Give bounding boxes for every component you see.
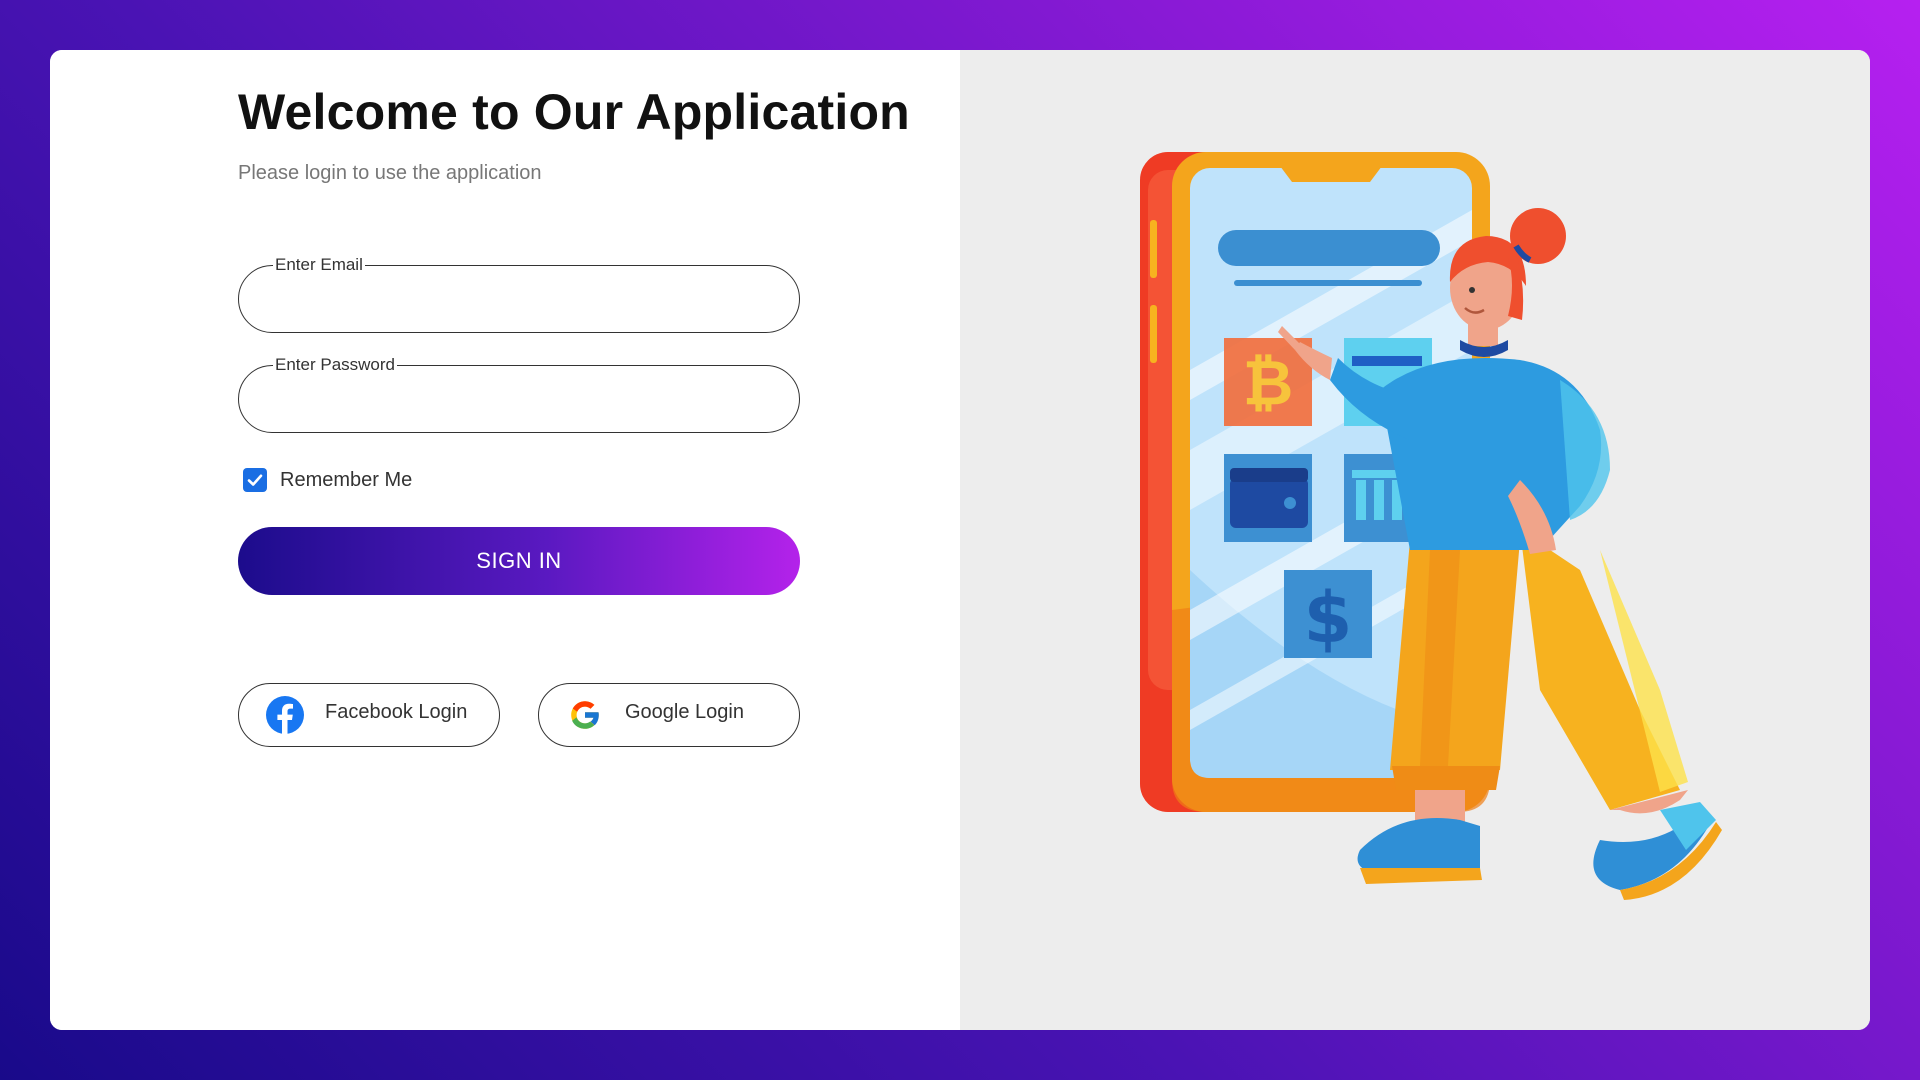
- facebook-login-button[interactable]: Facebook Login: [238, 683, 500, 747]
- svg-text:₿: ₿: [1243, 346, 1294, 419]
- remember-me-row: Remember Me: [238, 467, 838, 493]
- social-login-row: Facebook Login Google Login: [238, 683, 838, 747]
- remember-me-label[interactable]: Remember Me: [280, 469, 412, 492]
- facebook-icon: [265, 695, 305, 735]
- login-form: Welcome to Our Application Please login …: [238, 82, 910, 747]
- google-icon: [565, 695, 605, 735]
- login-pane: Welcome to Our Application Please login …: [50, 50, 960, 1030]
- password-input[interactable]: [239, 366, 799, 432]
- wallet-icon: [1224, 454, 1312, 542]
- password-field: Enter Password: [238, 355, 800, 433]
- email-label: Enter Email: [273, 255, 365, 275]
- facebook-login-label: Facebook Login: [325, 700, 468, 723]
- login-card: Welcome to Our Application Please login …: [50, 50, 1870, 1030]
- google-login-label: Google Login: [625, 700, 744, 723]
- sign-in-button[interactable]: SIGN IN: [238, 527, 800, 595]
- page-subtitle: Please login to use the application: [238, 162, 542, 184]
- google-login-button[interactable]: Google Login: [538, 683, 800, 747]
- password-label: Enter Password: [273, 355, 397, 375]
- svg-text:$: $: [1304, 577, 1353, 659]
- page-title: Welcome to Our Application: [238, 84, 910, 140]
- email-input[interactable]: [239, 266, 799, 332]
- phone-illustration: ₿ $: [1140, 152, 1722, 900]
- checkmark-icon: [247, 474, 263, 486]
- remember-me-checkbox[interactable]: [243, 468, 267, 492]
- dollar-icon: $: [1284, 570, 1372, 659]
- email-field: Enter Email: [238, 255, 800, 333]
- illustration-pane: ₿ $: [960, 50, 1870, 1030]
